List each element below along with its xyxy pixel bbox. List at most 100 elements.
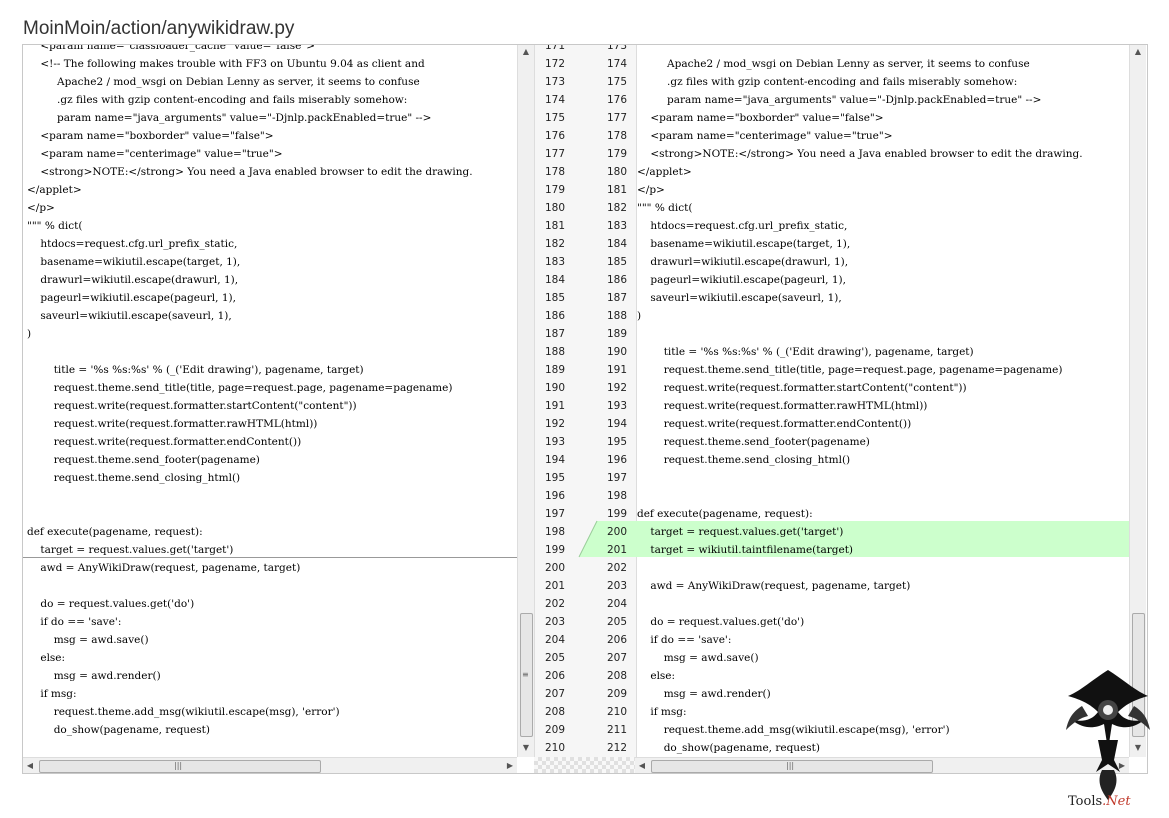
line-number-left: 184	[544, 274, 565, 286]
code-line: drawurl=wikiutil.escape(drawurl, 1),	[637, 256, 849, 268]
left-code-pane[interactable]: <param name="classloader_cache" value="f…	[23, 45, 517, 757]
code-line: target = wikiutil.taintfilename(target)	[637, 544, 854, 556]
line-number-left: 179	[544, 184, 565, 196]
left-vscroll-thumb[interactable]: ≡	[520, 613, 533, 737]
grip-icon: ≡	[522, 670, 529, 679]
line-number-left: 199	[544, 544, 565, 556]
line-number-left: 207	[544, 688, 565, 700]
scroll-right-arrow-icon[interactable]: ▶	[503, 758, 517, 773]
line-number-right: 202	[606, 562, 627, 574]
line-number-right: 179	[606, 148, 627, 160]
scroll-up-arrow-icon[interactable]: ▲	[1130, 45, 1146, 59]
code-line: msg = awd.render()	[637, 688, 771, 700]
scroll-left-arrow-icon[interactable]: ◀	[635, 758, 649, 773]
left-hscroll-thumb[interactable]: |||	[39, 760, 321, 773]
code-line: )	[637, 310, 642, 322]
line-number-right: 177	[606, 112, 627, 124]
line-number-gutter: 171 172 173 174 175 176 177 178 179 180 181 182 183 1…	[534, 45, 637, 757]
code-line: msg = awd.render()	[27, 670, 161, 682]
code-line: <param name="boxborder" value="false">	[637, 112, 884, 124]
code-line: .gz files with gzip content-encoding and…	[637, 76, 1018, 88]
line-number-left: 192	[544, 418, 565, 430]
line-number-right: 180	[606, 166, 627, 178]
line-number-left: 197	[544, 508, 565, 520]
code-line: if do == 'save':	[637, 634, 732, 646]
line-number-right: 189	[606, 328, 627, 340]
scroll-down-arrow-icon[interactable]: ▼	[518, 741, 534, 755]
line-number-left: 191	[544, 400, 565, 412]
line-number-left: 182	[544, 238, 565, 250]
code-line: <param name="classloader_cache" value="f…	[27, 45, 315, 52]
line-number-right: 197	[606, 472, 627, 484]
line-number-left: 206	[544, 670, 565, 682]
code-line: request.write(request.formatter.startCon…	[637, 382, 967, 394]
scroll-up-arrow-icon[interactable]: ▲	[518, 45, 534, 59]
line-number-left: 193	[544, 436, 565, 448]
line-number-right: 205	[606, 616, 627, 628]
code-line: if msg:	[27, 688, 77, 700]
line-number-right: 186	[606, 274, 627, 286]
line-number-left: 195	[544, 472, 565, 484]
line-number-left: 177	[544, 148, 565, 160]
code-line: <strong>NOTE:</strong> You need a Java e…	[27, 166, 473, 178]
line-number-right: 173	[606, 45, 627, 52]
line-number-right: 200	[606, 526, 627, 538]
right-horizontal-scrollbar[interactable]: ◀ ||| ▶	[635, 757, 1129, 773]
line-number-left: 186	[544, 310, 565, 322]
line-number-left: 185	[544, 292, 565, 304]
code-line: do_show(pagename, request)	[637, 742, 820, 754]
line-number-left: 205	[544, 652, 565, 664]
line-number-right: 184	[606, 238, 627, 250]
code-line: """ % dict(	[637, 202, 693, 214]
line-number-left: 203	[544, 616, 565, 628]
code-line: param name="java_arguments" value="-Djnl…	[27, 112, 432, 124]
code-line: request.write(request.formatter.rawHTML(…	[637, 400, 928, 412]
line-number-left: 183	[544, 256, 565, 268]
line-number-left: 187	[544, 328, 565, 340]
line-number-left: 189	[544, 364, 565, 376]
left-horizontal-scrollbar[interactable]: ◀ ||| ▶	[23, 757, 517, 773]
scroll-left-arrow-icon[interactable]: ◀	[23, 758, 37, 773]
line-number-right: 208	[606, 670, 627, 682]
line-number-left: 178	[544, 166, 565, 178]
line-number-right: 201	[606, 544, 627, 556]
grip-icon: |||	[786, 761, 795, 770]
diff-viewer: <param name="classloader_cache" value="f…	[22, 44, 1148, 774]
right-vertical-scrollbar[interactable]: ▲ ▼	[1129, 45, 1146, 757]
line-number-right: 212	[606, 742, 627, 754]
line-number-right: 181	[606, 184, 627, 196]
line-number-right: 207	[606, 652, 627, 664]
code-line: awd = AnyWikiDraw(request, pagename, tar…	[637, 580, 911, 592]
window-title: MoinMoin/action/anywikidraw.py	[23, 18, 295, 39]
line-number-right: 174	[606, 58, 627, 70]
right-code-pane[interactable]: Apache2 / mod_wsgi on Debian Lenny as se…	[635, 45, 1129, 757]
code-line: Apache2 / mod_wsgi on Debian Lenny as se…	[27, 76, 420, 88]
code-line: request.write(request.formatter.startCon…	[27, 400, 357, 412]
code-line: Apache2 / mod_wsgi on Debian Lenny as se…	[637, 58, 1030, 70]
line-number-left: 171	[544, 45, 565, 52]
code-line: request.theme.send_title(title, page=req…	[637, 364, 1063, 376]
code-line: do = request.values.get('do')	[27, 598, 195, 610]
line-number-left: 196	[544, 490, 565, 502]
right-hscroll-thumb[interactable]: |||	[651, 760, 933, 773]
code-line: if msg:	[637, 706, 687, 718]
line-number-right: 194	[606, 418, 627, 430]
line-number-left: 210	[544, 742, 565, 754]
line-number-left: 174	[544, 94, 565, 106]
code-line: <param name="centerimage" value="true">	[637, 130, 893, 142]
code-line: param name="java_arguments" value="-Djnl…	[637, 94, 1042, 106]
code-line: )	[27, 328, 32, 340]
code-line: request.write(request.formatter.rawHTML(…	[27, 418, 318, 430]
code-line: do_show(pagename, request)	[27, 724, 210, 736]
code-line: saveurl=wikiutil.escape(saveurl, 1),	[637, 292, 842, 304]
tribal-dragon-logo-icon	[1066, 670, 1150, 800]
code-line: request.write(request.formatter.endConte…	[637, 418, 912, 430]
line-number-right: 204	[606, 598, 627, 610]
code-line: basename=wikiutil.escape(target, 1),	[637, 238, 851, 250]
line-number-left: 172	[544, 58, 565, 70]
left-vertical-scrollbar[interactable]: ▲ ≡ ▼	[517, 45, 534, 757]
line-number-left: 180	[544, 202, 565, 214]
